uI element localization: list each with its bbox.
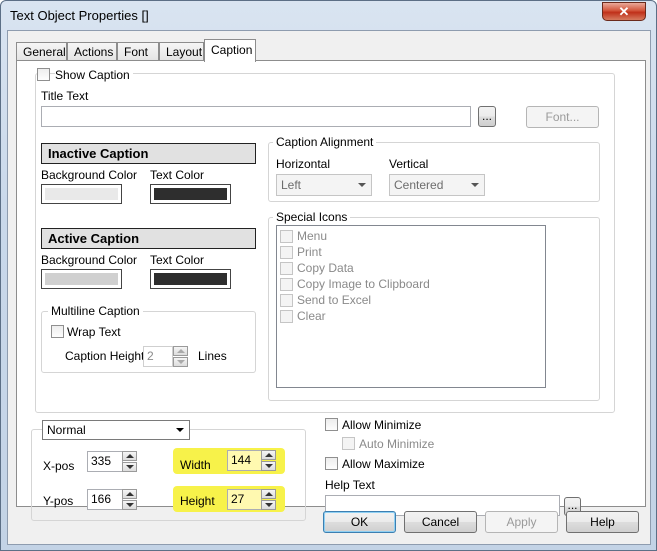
copy-data-checkbox[interactable] — [280, 262, 293, 275]
menu-checkbox[interactable] — [280, 230, 293, 243]
active-text-color-swatch[interactable] — [150, 269, 231, 289]
print-checkbox[interactable] — [280, 246, 293, 259]
ypos-label: Y-pos — [43, 494, 74, 508]
cancel-button[interactable]: Cancel — [404, 511, 477, 533]
xpos-label: X-pos — [43, 459, 75, 473]
height-label: Height — [180, 494, 215, 508]
dialog-client: General Actions Font Layout Caption Show… — [7, 30, 651, 545]
active-caption-header: Active Caption — [41, 228, 256, 249]
close-button[interactable]: ✕ — [602, 2, 646, 21]
ypos-up-arrow-icon[interactable] — [122, 489, 137, 499]
title-text-input[interactable] — [41, 106, 471, 127]
special-icon-copy-image: Copy Image to Clipboard — [297, 277, 430, 291]
xpos-down-arrow-icon[interactable] — [122, 462, 137, 472]
inactive-caption-header: Inactive Caption — [41, 143, 256, 164]
active-text-color-label: Text Color — [150, 253, 205, 267]
width-value[interactable]: 144 — [227, 450, 262, 471]
tab-general[interactable]: General — [16, 42, 67, 61]
active-bg-color-label: Background Color — [41, 253, 138, 267]
inactive-text-color-swatch[interactable] — [150, 184, 231, 204]
vertical-select[interactable]: Centered — [389, 174, 485, 196]
ypos-down-arrow-icon[interactable] — [122, 500, 137, 510]
caption-height-down-arrow-icon[interactable] — [173, 357, 188, 367]
special-icons-list[interactable]: Menu Print Copy Data Copy Image to Clipb… — [276, 225, 546, 388]
font-button[interactable]: Font... — [526, 106, 599, 128]
allow-maximize-label: Allow Maximize — [342, 457, 425, 471]
horizontal-select[interactable]: Left — [276, 174, 372, 196]
ypos-spinner[interactable]: 166 — [87, 489, 139, 510]
show-caption-checkbox[interactable] — [37, 68, 50, 81]
auto-minimize-checkbox[interactable] — [342, 437, 355, 450]
special-icon-copy-data: Copy Data — [297, 261, 354, 275]
caption-height-label: Caption Height — [65, 349, 145, 363]
tab-actions[interactable]: Actions — [67, 42, 117, 61]
vertical-label: Vertical — [389, 157, 429, 171]
inactive-bg-color-swatch[interactable] — [41, 184, 122, 204]
special-icon-send-to-excel: Send to Excel — [297, 293, 372, 307]
width-up-arrow-icon[interactable] — [261, 450, 276, 460]
window-title: Text Object Properties [] — [10, 8, 149, 23]
active-bg-color-swatch[interactable] — [41, 269, 122, 289]
wrap-text-checkbox[interactable] — [51, 325, 64, 338]
caption-height-value[interactable]: 2 — [143, 346, 173, 367]
special-icon-clear: Clear — [297, 309, 326, 323]
vertical-select-value: Centered — [394, 178, 444, 192]
wrap-text-label: Wrap Text — [67, 325, 121, 339]
ypos-value[interactable]: 166 — [87, 489, 123, 510]
send-to-excel-checkbox[interactable] — [280, 294, 293, 307]
title-bar[interactable]: Text Object Properties [] ✕ — [1, 1, 656, 29]
special-icon-menu: Menu — [297, 229, 328, 243]
inactive-text-color-label: Text Color — [150, 168, 205, 182]
height-spinner[interactable]: 27 — [227, 489, 277, 510]
width-label: Width — [180, 458, 211, 472]
chevron-down-icon — [176, 428, 184, 432]
caption-tab-panel: Show Caption Title Text ... Font... Inac… — [16, 60, 646, 521]
ok-button[interactable]: OK — [323, 511, 396, 533]
position-mode-value: Normal — [47, 423, 86, 437]
apply-button[interactable]: Apply — [485, 511, 558, 533]
chevron-down-icon — [358, 183, 366, 187]
xpos-up-arrow-icon[interactable] — [122, 451, 137, 461]
allow-minimize-label: Allow Minimize — [342, 418, 422, 432]
allow-minimize-checkbox[interactable] — [325, 418, 338, 431]
caption-height-spinner[interactable]: 2 — [143, 346, 189, 367]
height-value[interactable]: 27 — [227, 489, 262, 510]
horizontal-select-value: Left — [281, 178, 302, 192]
help-text-label: Help Text — [325, 478, 375, 492]
xpos-value[interactable]: 335 — [87, 451, 123, 472]
caption-alignment-title: Caption Alignment — [273, 135, 377, 149]
lines-label: Lines — [198, 349, 227, 363]
inactive-bg-color-label: Background Color — [41, 168, 138, 182]
title-text-label: Title Text — [41, 89, 89, 103]
horizontal-label: Horizontal — [276, 157, 331, 171]
special-icon-print: Print — [297, 245, 322, 259]
allow-maximize-checkbox[interactable] — [325, 457, 338, 470]
copy-image-checkbox[interactable] — [280, 278, 293, 291]
xpos-spinner[interactable]: 335 — [87, 451, 139, 472]
clear-checkbox[interactable] — [280, 310, 293, 323]
height-down-arrow-icon[interactable] — [261, 500, 276, 510]
tab-font[interactable]: Font — [117, 42, 159, 61]
height-up-arrow-icon[interactable] — [261, 489, 276, 499]
caption-height-up-arrow-icon[interactable] — [173, 346, 188, 356]
tab-layout[interactable]: Layout — [159, 42, 204, 61]
help-button[interactable]: Help — [566, 511, 639, 533]
tab-caption[interactable]: Caption — [204, 39, 256, 62]
auto-minimize-label: Auto Minimize — [359, 437, 435, 451]
show-caption-label: Show Caption — [55, 68, 133, 82]
chevron-down-icon — [471, 183, 479, 187]
width-down-arrow-icon[interactable] — [261, 461, 276, 471]
position-mode-select[interactable]: Normal — [42, 420, 190, 440]
multiline-caption-title: Multiline Caption — [48, 304, 143, 318]
dialog-window: Text Object Properties [] ✕ General Acti… — [0, 0, 657, 551]
title-text-ellipsis-button[interactable]: ... — [478, 106, 496, 127]
width-spinner[interactable]: 144 — [227, 450, 277, 471]
special-icons-title: Special Icons — [273, 210, 351, 224]
